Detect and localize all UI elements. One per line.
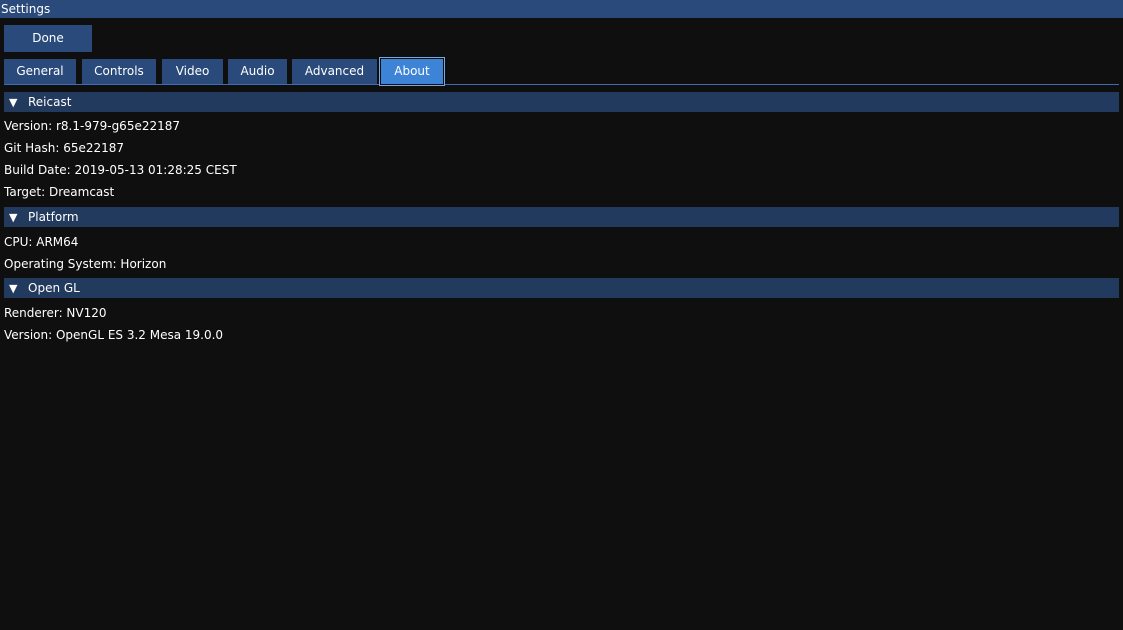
collapse-arrow-icon: ▼: [9, 282, 18, 295]
info-renderer: Renderer: NV120: [4, 306, 107, 320]
info-operating-system: Operating System: Horizon: [4, 257, 167, 271]
collapse-arrow-icon: ▼: [9, 96, 18, 109]
info-target: Target: Dreamcast: [4, 185, 115, 199]
done-button[interactable]: Done: [4, 25, 92, 52]
tab-controls[interactable]: Controls: [82, 59, 156, 84]
section-title: Platform: [28, 210, 79, 224]
tab-advanced[interactable]: Advanced: [292, 59, 377, 84]
info-git-hash: Git Hash: 65e22187: [4, 141, 125, 155]
section-title: Open GL: [28, 281, 80, 295]
tab-audio[interactable]: Audio: [228, 59, 287, 84]
tab-about[interactable]: About: [381, 59, 443, 84]
tab-video[interactable]: Video: [162, 59, 223, 84]
collapse-arrow-icon: ▼: [9, 211, 18, 224]
section-header-reicast[interactable]: ▼ Reicast: [4, 92, 1119, 112]
info-build-date: Build Date: 2019-05-13 01:28:25 CEST: [4, 163, 237, 177]
tab-general[interactable]: General: [4, 59, 76, 84]
tab-bar: General Controls Video Audio Advanced Ab…: [4, 59, 1119, 85]
window-title: Settings: [0, 0, 1123, 18]
info-cpu: CPU: ARM64: [4, 235, 79, 249]
info-gl-version: Version: OpenGL ES 3.2 Mesa 19.0.0: [4, 328, 224, 342]
section-header-platform[interactable]: ▼ Platform: [4, 207, 1119, 227]
info-version: Version: r8.1-979-g65e22187: [4, 119, 181, 133]
section-header-opengl[interactable]: ▼ Open GL: [4, 278, 1119, 298]
section-title: Reicast: [28, 95, 72, 109]
